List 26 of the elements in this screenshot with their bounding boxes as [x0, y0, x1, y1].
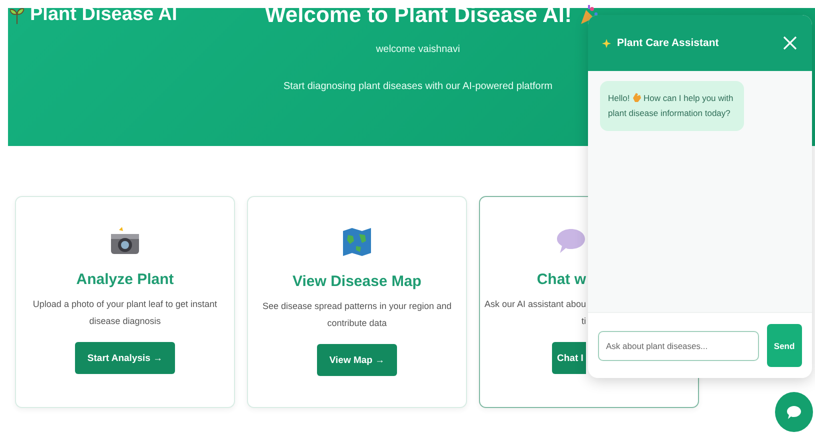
close-button[interactable] — [782, 35, 798, 51]
camera-icon — [110, 227, 140, 255]
map-icon — [342, 227, 372, 257]
message-input[interactable]: Ask about plant diseases... — [598, 330, 759, 360]
sparkle-icon — [602, 38, 611, 48]
card-description: Upload a photo of your plant leaf to get instant disease diagnosis — [32, 298, 218, 328]
speech-bubble-icon — [556, 227, 586, 255]
card-button[interactable]: Chat I — [552, 342, 586, 374]
card-title: Analyze Plant — [76, 271, 174, 288]
chat-title: Plant Care Assistant — [617, 37, 720, 49]
greeting-text: welcome vaishnavi — [376, 44, 460, 55]
seedling-icon — [10, 6, 24, 24]
card-description: Ask our AI assistant abou — [484, 298, 586, 311]
card-title: View Disease Map — [292, 273, 422, 290]
card-button[interactable]: View Map → — [317, 344, 397, 376]
card-description: ti — [582, 315, 586, 328]
chat-toggle-button[interactable] — [775, 392, 813, 432]
card-title: Chat w — [536, 271, 586, 288]
speech-bubble-icon — [787, 406, 801, 418]
chat-message: Hello! How can I help you with plant disease information today? — [600, 81, 744, 131]
subtitle-text: Start diagnosing plant diseases with our AI-powered platform — [283, 81, 553, 92]
send-button[interactable]: Send — [766, 324, 802, 367]
card-button[interactable]: Start Analysis → — [75, 342, 175, 374]
party-popper-icon — [580, 5, 598, 25]
waving-hand-icon — [632, 92, 642, 102]
card-description: See disease spread patterns in your region and contribute data — [262, 300, 452, 330]
